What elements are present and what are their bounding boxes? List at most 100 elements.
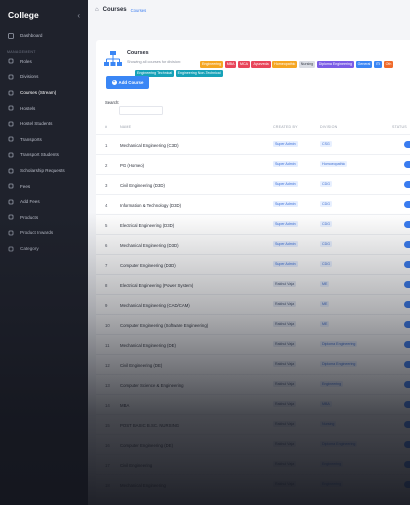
sidebar-item-students[interactable]: Hostel Students (0, 116, 88, 132)
search-input[interactable] (119, 106, 163, 115)
division-badge: CDG (320, 221, 332, 228)
transport-students-icon (7, 152, 15, 158)
table-row: 11 Mechanical Engineering (DE) Rakhul Vaja… (96, 334, 410, 354)
table-row: 14 MBA Rakhul Vaja MBA (96, 394, 410, 414)
sidebar-item-transport-students[interactable]: Transport Students (0, 147, 88, 163)
table-row: 1 Mechanical Engineering (C3D) Super Admin… (96, 134, 410, 154)
row-id: 8 (105, 282, 108, 288)
col-id[interactable]: # (105, 125, 107, 129)
division-badge: CDG (320, 241, 332, 248)
division-badge: Nursing (320, 421, 337, 428)
division-badge: Engineering (320, 461, 344, 468)
table-row: 13 Computer Science & Engineering Rakhul V… (96, 374, 410, 394)
division-tag: Diploma Engineering (316, 61, 355, 68)
card-title: Courses (127, 50, 149, 56)
row-id: 1 (105, 142, 108, 148)
table-row: 5 Electrical Engineering (D3D) Super Admin… (96, 214, 410, 234)
table-row: 4 Information & Technology (D3D) Super Adm… (96, 194, 410, 214)
breadcrumb[interactable]: Courses (131, 8, 147, 13)
status-toggle[interactable] (404, 221, 410, 228)
sidebar-item-label: Scholarship Requests (20, 168, 65, 174)
row-id: 17 (105, 462, 110, 468)
status-toggle[interactable] (404, 201, 410, 208)
created-by-badge: Super Admin (273, 261, 298, 268)
sidebar-item-add-fees[interactable]: Add Fees (0, 194, 88, 210)
row-name: Computer Engineering (Software Engineeri… (120, 322, 209, 328)
status-toggle[interactable] (404, 481, 410, 488)
division-badge: CDG (320, 261, 332, 268)
row-name: Computer Science & Engineering (120, 382, 184, 388)
sidebar-item-category[interactable]: Category (0, 241, 88, 257)
sidebar-item-label: Divisions (20, 74, 39, 80)
row-id: 11 (105, 342, 110, 348)
row-id: 12 (105, 362, 110, 368)
status-toggle[interactable] (404, 241, 410, 248)
col-created-by[interactable]: Created By (273, 125, 298, 129)
status-toggle[interactable] (404, 421, 410, 428)
row-name: Mechanical Engineering (D3D) (120, 242, 179, 248)
status-toggle[interactable] (404, 441, 410, 448)
status-toggle[interactable] (404, 401, 410, 408)
row-name: PG (Homeo) (120, 162, 145, 168)
scholarship-icon (7, 168, 15, 174)
division-badge: Diploma Engineering (320, 441, 358, 448)
collapse-sidebar-icon[interactable]: ‹ (77, 11, 80, 20)
division-badge: Homoeopathic (320, 161, 348, 168)
sidebar-item-roles[interactable]: Roles (0, 54, 88, 70)
sidebar-item-label: Roles (20, 58, 32, 64)
status-toggle[interactable] (404, 281, 410, 288)
row-name: Civil Engineering (D3D) (120, 182, 165, 188)
status-toggle[interactable] (404, 141, 410, 148)
created-by-badge: Super Admin (273, 161, 298, 168)
division-badge: ME (320, 301, 330, 308)
sidebar-item-label: Transports (20, 136, 42, 142)
status-toggle[interactable] (404, 321, 410, 328)
sidebar-item-label: Add Fees (20, 199, 40, 205)
col-status[interactable]: Status (392, 125, 407, 129)
created-by-badge: Rakhul Vaja (273, 421, 297, 428)
roles-icon (7, 58, 15, 64)
status-toggle[interactable] (404, 181, 410, 188)
division-tag: Oth (383, 61, 394, 68)
row-id: 16 (105, 442, 110, 448)
division-tag: MBA (224, 61, 237, 68)
status-toggle[interactable] (404, 161, 410, 168)
sidebar-item-products[interactable]: Products (0, 210, 88, 226)
row-name: Electrical Engineering (D3D) (120, 222, 175, 228)
sidebar-item-label: Products (20, 214, 39, 220)
status-toggle[interactable] (404, 261, 410, 268)
table-row: 16 Computer Engineering (DE) Rakhul Vaja Di… (96, 434, 410, 454)
add-course-button[interactable]: + Add Course (106, 76, 149, 89)
col-name[interactable]: Name (120, 125, 131, 129)
created-by-badge: Rakhul Vaja (273, 481, 297, 488)
status-toggle[interactable] (404, 461, 410, 468)
category-icon (7, 246, 15, 252)
brand-header: College ‹ (0, 0, 88, 24)
division-badge: Engineering (320, 481, 344, 488)
sidebar-item-divisions[interactable]: Divisions (0, 69, 88, 85)
division-tag: General (355, 61, 373, 68)
created-by-badge: Super Admin (273, 241, 298, 248)
sidebar-item-scholarship[interactable]: Scholarship Requests (0, 163, 88, 179)
dashboard-icon (7, 32, 15, 39)
sidebar-item-hostel[interactable]: Hostels (0, 100, 88, 116)
sidebar-item-fees[interactable]: Fees (0, 178, 88, 194)
row-name: POST BASIC B.SC. NURSING (120, 422, 180, 428)
division-tag: ITI (373, 61, 383, 68)
home-icon[interactable]: ⌂ (95, 7, 99, 13)
sidebar-item-transport[interactable]: Transports (0, 132, 88, 148)
status-toggle[interactable] (404, 361, 410, 368)
row-name: Civil Engineering (120, 462, 153, 468)
created-by-badge: Rakhul Vaja (273, 461, 297, 468)
sidebar-item-inwards[interactable]: Product Inwards (0, 225, 88, 241)
status-toggle[interactable] (404, 301, 410, 308)
status-toggle[interactable] (404, 381, 410, 388)
sidebar-item-dashboard[interactable]: Dashboard (0, 28, 88, 44)
row-id: 18 (105, 482, 110, 488)
row-name: Mechanical Engineering (120, 482, 166, 488)
status-toggle[interactable] (404, 341, 410, 348)
sidebar-item-courses[interactable]: Courses (Stream) (0, 85, 88, 101)
division-tag: Homeopathic (272, 61, 298, 68)
row-name: Civil Engineering (DE) (120, 362, 163, 368)
col-division[interactable]: Division (320, 125, 337, 129)
